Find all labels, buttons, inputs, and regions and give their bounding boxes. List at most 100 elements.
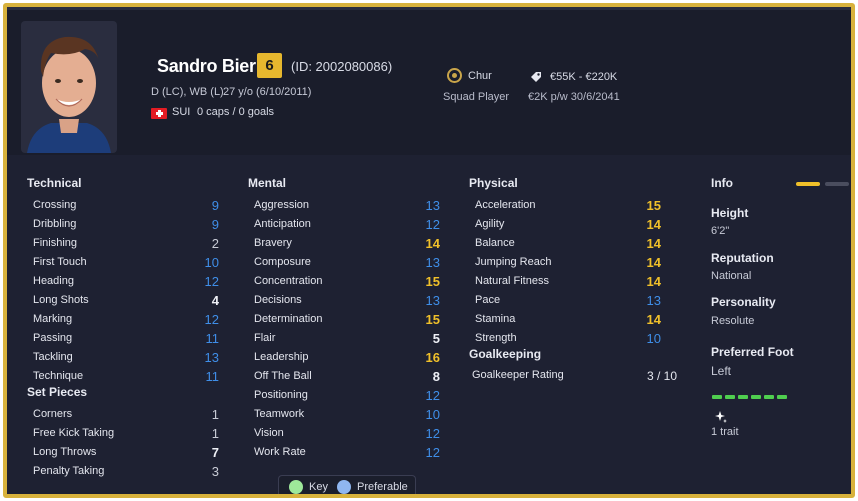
player-caps: 0 caps / 0 goals [197, 106, 275, 118]
attribute-row-passing[interactable]: Passing 11 [33, 331, 223, 350]
attribute-row-long-throws[interactable]: Long Throws 7 [33, 445, 223, 464]
price-tag-icon [531, 72, 541, 82]
preferred-foot-value: Left [711, 364, 732, 378]
attribute-value: 13 [425, 198, 440, 213]
attribute-value: 9 [211, 217, 219, 232]
attribute-label: Long Shots [33, 294, 89, 306]
attribute-value: 14 [646, 236, 661, 251]
preferable-dot-icon [337, 480, 351, 494]
attribute-value: 7 [211, 445, 219, 460]
attribute-label: Marking [33, 313, 73, 325]
sparkle-icon [715, 411, 727, 423]
attribute-row-aggression[interactable]: Aggression 13 [254, 198, 444, 217]
attribute-value: 16 [425, 350, 440, 365]
attribute-value: 12 [425, 426, 440, 441]
page-indicator-active[interactable] [796, 182, 820, 186]
traits-count[interactable]: 1 trait [711, 426, 739, 438]
attribute-label: First Touch [33, 256, 87, 268]
attribute-value: 14 [646, 312, 661, 327]
attribute-row-heading[interactable]: Heading 12 [33, 274, 223, 293]
attribute-row-goalkeeper-rating[interactable]: Goalkeeper Rating 3 / 10 [472, 369, 682, 387]
attribute-row-flair[interactable]: Flair 5 [254, 331, 444, 350]
attribute-row-acceleration[interactable]: Acceleration 15 [475, 198, 665, 217]
attribute-label: Jumping Reach [475, 256, 552, 268]
attribute-value: 13 [425, 293, 440, 308]
personality-value: Resolute [711, 315, 755, 327]
attribute-row-agility[interactable]: Agility 14 [475, 217, 665, 236]
attribute-row-jumping-reach[interactable]: Jumping Reach 14 [475, 255, 665, 274]
player-header: Sandro Bieri 6 (ID: 2002080086) D (LC), … [7, 7, 851, 155]
attribute-row-finishing[interactable]: Finishing 2 [33, 236, 223, 255]
attribute-row-vision[interactable]: Vision 12 [254, 426, 444, 445]
swiss-flag-icon [151, 108, 167, 119]
page-indicator-inactive[interactable] [825, 182, 849, 186]
attribute-label: Stamina [475, 313, 516, 325]
attribute-label: Balance [475, 237, 515, 249]
attribute-label: Passing [33, 332, 73, 344]
attribute-row-balance[interactable]: Balance 14 [475, 236, 665, 255]
attribute-label: Heading [33, 275, 74, 287]
attribute-label: Corners [33, 408, 73, 420]
attribute-row-anticipation[interactable]: Anticipation 12 [254, 217, 444, 236]
club-badge-icon[interactable] [447, 68, 462, 83]
attribute-label: Agility [475, 218, 505, 230]
attribute-label: Natural Fitness [475, 275, 549, 287]
player-age: 27 y/o (6/10/2011) [223, 86, 312, 98]
attribute-label: Positioning [254, 389, 308, 401]
attribute-row-tackling[interactable]: Tackling 13 [33, 350, 223, 369]
player-id: (ID: 2002080086) [291, 59, 393, 74]
attribute-row-free-kick-taking[interactable]: Free Kick Taking 1 [33, 426, 223, 445]
header-accent-line [7, 7, 851, 10]
attribute-value: 12 [425, 388, 440, 403]
attribute-row-pace[interactable]: Pace 13 [475, 293, 665, 312]
attribute-label: Decisions [254, 294, 302, 306]
attribute-label: Aggression [254, 199, 310, 211]
attribute-value: 13 [646, 293, 661, 308]
attribute-row-teamwork[interactable]: Teamwork 10 [254, 407, 444, 426]
attribute-label: Vision [254, 427, 284, 439]
attribute-row-determination[interactable]: Determination 15 [254, 312, 444, 331]
attribute-row-work-rate[interactable]: Work Rate 12 [254, 445, 444, 464]
attribute-row-long-shots[interactable]: Long Shots 4 [33, 293, 223, 312]
attribute-row-first-touch[interactable]: First Touch 10 [33, 255, 223, 274]
attribute-row-crossing[interactable]: Crossing 9 [33, 198, 223, 217]
attribute-value: 13 [425, 255, 440, 270]
attribute-row-composure[interactable]: Composure 13 [254, 255, 444, 274]
attribute-label: Determination [254, 313, 323, 325]
attribute-row-penalty-taking[interactable]: Penalty Taking 3 [33, 464, 223, 483]
attribute-row-concentration[interactable]: Concentration 15 [254, 274, 444, 293]
attribute-row-off-the-ball[interactable]: Off The Ball 8 [254, 369, 444, 388]
attribute-value: 14 [425, 236, 440, 251]
height-value: 6'2" [711, 225, 730, 237]
attribute-value: 12 [425, 217, 440, 232]
attribute-label: Flair [254, 332, 276, 344]
attribute-legend: Key Preferable [278, 475, 416, 494]
attribute-label: Strength [475, 332, 517, 344]
legend-preferable-label: Preferable [357, 481, 408, 493]
reputation-value: National [711, 270, 752, 282]
attribute-row-stamina[interactable]: Stamina 14 [475, 312, 665, 331]
set-pieces-title: Set Pieces [27, 385, 88, 399]
attribute-row-dribbling[interactable]: Dribbling 9 [33, 217, 223, 236]
attribute-value: 8 [432, 369, 440, 384]
attribute-row-corners[interactable]: Corners 1 [33, 407, 223, 426]
goalkeeping-title: Goalkeeping [469, 347, 542, 361]
player-name: Sandro Bieri [157, 56, 261, 76]
attribute-value: 10 [425, 407, 440, 422]
attribute-row-bravery[interactable]: Bravery 14 [254, 236, 444, 255]
attribute-value: 14 [646, 217, 661, 232]
attribute-row-natural-fitness[interactable]: Natural Fitness 14 [475, 274, 665, 293]
attribute-value: 15 [425, 312, 440, 327]
attribute-label: Teamwork [254, 408, 305, 420]
attribute-label: Bravery [254, 237, 292, 249]
attribute-value: 15 [425, 274, 440, 289]
attribute-row-positioning[interactable]: Positioning 12 [254, 388, 444, 407]
attribute-row-decisions[interactable]: Decisions 13 [254, 293, 444, 312]
attribute-value: 15 [646, 198, 661, 213]
preferred-foot-bar [712, 386, 790, 404]
attribute-label: Pace [475, 294, 501, 306]
player-club[interactable]: Chur [468, 70, 492, 82]
attribute-value: 11 [205, 331, 220, 346]
attribute-row-leadership[interactable]: Leadership 16 [254, 350, 444, 369]
attribute-row-marking[interactable]: Marking 12 [33, 312, 223, 331]
